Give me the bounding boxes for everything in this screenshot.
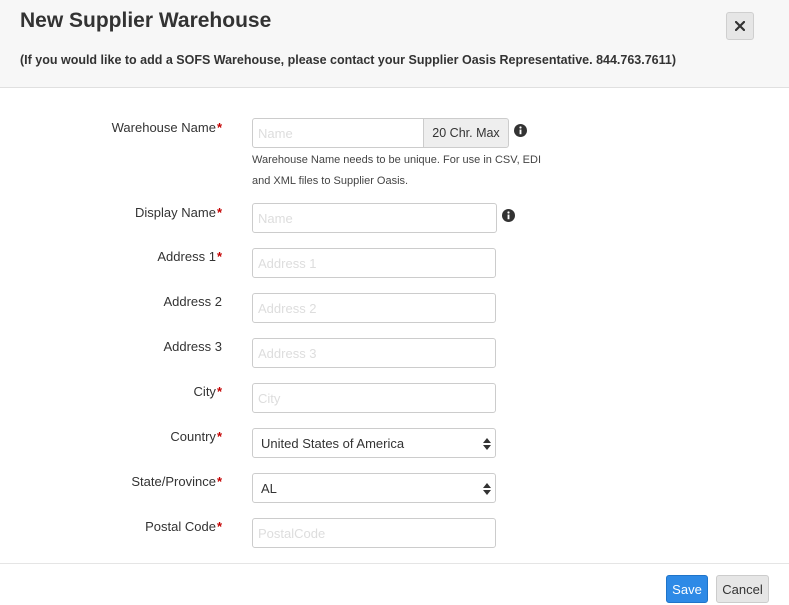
- city-input[interactable]: [252, 383, 496, 413]
- address1-input[interactable]: [252, 248, 496, 278]
- postal-code-label-text: Postal Code: [145, 519, 216, 534]
- state-label: State/Province*: [0, 474, 222, 489]
- close-button[interactable]: [726, 12, 754, 40]
- state-select[interactable]: AL: [252, 473, 496, 503]
- postal-code-input[interactable]: [252, 518, 496, 548]
- info-icon[interactable]: [502, 209, 515, 222]
- modal-title: New Supplier Warehouse: [20, 9, 272, 32]
- state-selected-value: AL: [261, 480, 277, 496]
- char-limit-addon: 20 Chr. Max: [423, 118, 509, 148]
- required-marker: *: [216, 474, 222, 489]
- required-marker: *: [216, 519, 222, 534]
- state-label-text: State/Province: [131, 474, 216, 489]
- required-marker: *: [216, 249, 222, 264]
- address3-input[interactable]: [252, 338, 496, 368]
- cancel-button[interactable]: Cancel: [716, 575, 769, 603]
- address2-input[interactable]: [252, 293, 496, 323]
- address1-label: Address 1*: [0, 249, 222, 264]
- warehouse-name-label-text: Warehouse Name: [111, 120, 216, 135]
- warehouse-name-input[interactable]: [252, 118, 424, 148]
- country-select[interactable]: United States of America: [252, 428, 496, 458]
- required-marker: *: [216, 384, 222, 399]
- warehouse-name-help: Warehouse Name needs to be unique. For u…: [252, 150, 552, 192]
- address3-label: Address 3: [163, 339, 222, 354]
- close-icon: [735, 21, 745, 31]
- modal-subtitle: (If you would like to add a SOFS Warehou…: [20, 53, 677, 67]
- info-icon[interactable]: [514, 124, 527, 137]
- address2-label: Address 2: [163, 294, 222, 309]
- country-label-text: Country: [170, 429, 216, 444]
- modal-header: New Supplier Warehouse (If you would lik…: [0, 0, 789, 88]
- required-marker: *: [216, 120, 222, 135]
- display-name-label-text: Display Name: [135, 205, 216, 220]
- display-name-label: Display Name*: [0, 205, 222, 220]
- help-line-1: Warehouse Name needs to be unique. For u…: [252, 154, 542, 166]
- select-arrows-icon: [483, 483, 491, 495]
- city-label: City*: [0, 384, 222, 399]
- modal-footer: Save Cancel: [0, 563, 789, 605]
- postal-code-label: Postal Code*: [0, 519, 222, 534]
- new-supplier-warehouse-modal: New Supplier Warehouse (If you would lik…: [0, 0, 789, 605]
- country-label: Country*: [0, 429, 222, 444]
- required-marker: *: [216, 429, 222, 444]
- select-arrows-icon: [483, 438, 491, 450]
- save-button[interactable]: Save: [666, 575, 708, 603]
- help-line-2: and XML files to Supplier Oasis.: [252, 175, 409, 187]
- city-label-text: City: [193, 384, 216, 399]
- country-selected-value: United States of America: [261, 435, 405, 451]
- warehouse-name-label: Warehouse Name*: [0, 120, 222, 135]
- address1-label-text: Address 1: [157, 249, 216, 264]
- display-name-input[interactable]: [252, 203, 497, 233]
- required-marker: *: [216, 205, 222, 220]
